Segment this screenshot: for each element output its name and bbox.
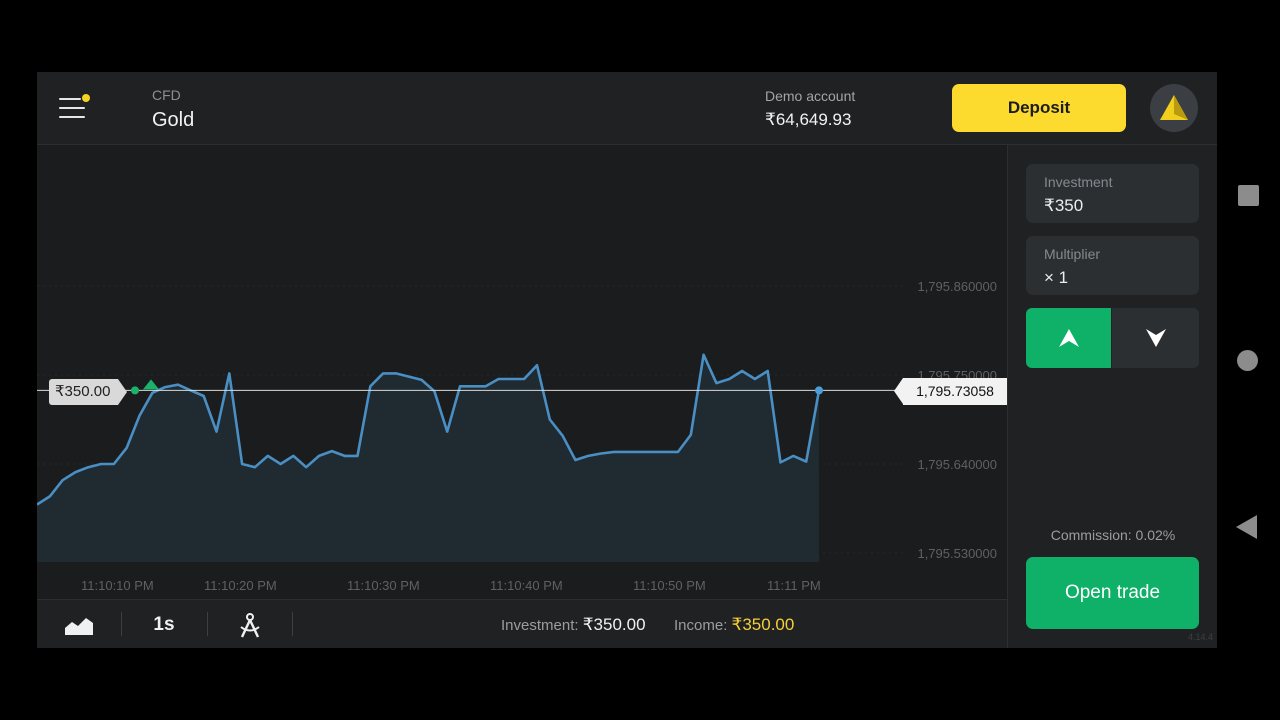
drawing-tools-icon[interactable] [229,600,271,648]
back-button[interactable] [1236,515,1257,539]
investment-marker-tag: ₹350.00 [49,379,128,405]
income-summary: Income: ₹350.00 [674,615,794,635]
x-axis-tick-label: 11:10:50 PM [633,578,706,593]
buy-up-button[interactable] [1026,308,1111,368]
investment-summary-label: Investment: [501,617,579,634]
recent-apps-button[interactable] [1238,185,1259,206]
profile-avatar[interactable] [1150,84,1198,132]
asset-type-label: CFD [152,87,181,103]
up-trade-marker-icon [143,379,159,390]
toolbar-divider [207,612,208,636]
sell-down-button[interactable] [1112,308,1199,368]
yellow-triangle-logo-icon [1160,95,1188,120]
account-type-label[interactable]: Demo account [765,88,855,104]
x-axis-tick-label: 11:10:20 PM [204,578,277,593]
chart-canvas[interactable]: 1,795.8600001,795.7500001,795.6400001,79… [37,145,1007,599]
entry-point-marker [131,386,139,395]
arrow-down-icon [1145,329,1166,347]
price-chart[interactable]: 1,795.860000 1,795.750000 1,795.640000 1,79… [37,145,1007,599]
investment-summary: Investment: ₹350.00 [501,615,646,635]
asset-name[interactable]: Gold [152,109,194,132]
hamburger-menu-icon[interactable] [57,94,91,122]
area-chart-icon[interactable] [57,600,101,648]
multiplier-field[interactable]: Multiplier × 1 [1026,236,1199,295]
current-price-tag: 1,795.73058 [894,378,1007,405]
toolbar-divider [121,612,122,636]
y-axis-tick-label: 1,795.640000 [917,457,997,472]
trade-panel: Investment ₹350 Multiplier × 1 Commissio… [1007,145,1217,648]
x-axis-tick-label: 11:11 PM [767,578,821,593]
investment-field[interactable]: Investment ₹350 [1026,164,1199,223]
timeframe-selector[interactable]: 1s [143,600,185,648]
y-axis-tick-label: 1,795.530000 [917,546,997,561]
income-summary-label: Income: [674,617,728,634]
multiplier-field-value[interactable]: × 1 [1044,268,1068,288]
last-price-dot [815,386,823,395]
notification-dot [82,94,90,102]
x-axis-tick-label: 11:10:30 PM [347,578,420,593]
income-summary-value: ₹350.00 [731,615,795,634]
deposit-button[interactable]: Deposit [952,84,1126,132]
open-trade-button[interactable]: Open trade [1026,557,1199,629]
multiplier-field-label: Multiplier [1044,246,1101,262]
investment-field-label: Investment [1044,174,1113,190]
top-header: CFD Gold Demo account ₹64,649.93 Deposit [37,72,1217,145]
x-axis-tick-label: 11:10:40 PM [490,578,563,593]
investment-summary-value: ₹350.00 [582,615,646,634]
version-label: 4.14.4 [1188,632,1214,642]
account-balance[interactable]: ₹64,649.93 [765,110,851,130]
trading-app: CFD Gold Demo account ₹64,649.93 Deposit… [37,72,1217,648]
y-axis-tick-label: 1,795.860000 [917,279,997,294]
commission-label: Commission: 0.02% [1050,527,1176,543]
chart-toolbar: 1s Investment: ₹350.00 Income: ₹350.00 [37,599,1007,648]
timeframe-label: 1s [153,613,175,635]
home-button[interactable] [1237,350,1258,371]
toolbar-divider [292,612,293,636]
investment-field-value[interactable]: ₹350 [1044,196,1083,216]
x-axis-tick-label: 11:10:10 PM [81,578,154,593]
arrow-up-icon [1058,329,1079,347]
